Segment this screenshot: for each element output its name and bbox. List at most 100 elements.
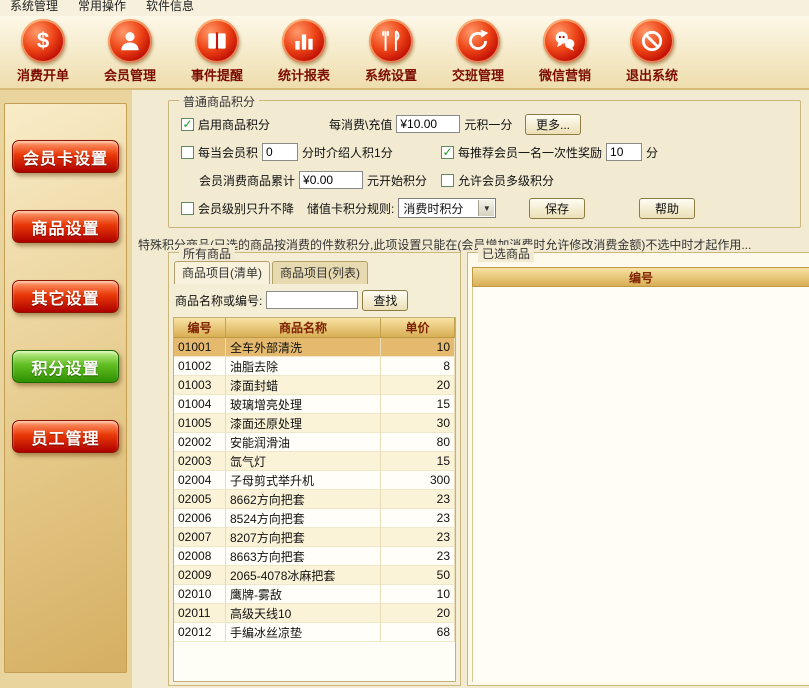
enable-points-label: 启用商品积分	[198, 116, 270, 133]
per-consume-label: 每消费\充值	[329, 116, 392, 133]
toolbar-label: 会员管理	[104, 65, 156, 84]
recommend-reward-checkbox[interactable]	[441, 146, 454, 159]
table-row[interactable]: 02006 8524方向把套 23	[174, 509, 455, 528]
help-button[interactable]: 帮助	[639, 198, 695, 219]
table-row[interactable]: 02002 安能润滑油 80	[174, 433, 455, 452]
table-row[interactable]: 02005 8662方向把套 23	[174, 490, 455, 509]
table-row[interactable]: 02004 子母剪式举升机 300	[174, 471, 455, 490]
selected-products-group: 已选商品 编号	[467, 252, 809, 686]
bar-chart-icon	[282, 19, 326, 63]
table-row[interactable]: 02003 氙气灯 15	[174, 452, 455, 471]
cell-name: 氙气灯	[226, 452, 381, 471]
toolbar-item-reminders[interactable]: 事件提醒	[187, 19, 247, 84]
table-row[interactable]: 02012 手编冰丝凉垫 68	[174, 623, 455, 642]
cell-name: 手编冰丝凉垫	[226, 623, 381, 642]
stored-rule-value: 消费时积分	[403, 200, 463, 217]
table-row[interactable]: 01001 全车外部清洗 10	[174, 338, 455, 357]
per-consume-suffix: 元积一分	[464, 116, 512, 133]
products-table-body: 01001 全车外部清洗 10 01002 油脂去除 8 01003 漆面封蜡 …	[174, 338, 455, 642]
tab-product-list[interactable]: 商品项目(清单)	[174, 261, 270, 284]
cell-code: 02008	[174, 547, 226, 566]
sidebar: 会员卡设置 商品设置 其它设置 积分设置 员工管理	[0, 90, 132, 688]
column-header-code: 编号	[174, 318, 226, 337]
tab-product-table[interactable]: 商品项目(列表)	[272, 261, 368, 284]
cell-code: 02007	[174, 528, 226, 547]
menu-software-info[interactable]: 软件信息	[146, 0, 194, 13]
sidebar-item-staff-management[interactable]: 员工管理	[12, 420, 119, 453]
level-keep-checkbox[interactable]	[181, 202, 194, 215]
products-table: 编号 商品名称 单价 01001 全车外部清洗 10 01002 油脂去除 8	[173, 317, 456, 682]
search-input[interactable]	[266, 291, 358, 309]
toolbar-label: 事件提醒	[191, 65, 243, 84]
accum-suffix: 元开始积分	[367, 172, 427, 189]
accum-input[interactable]	[299, 171, 363, 189]
cell-price: 68	[381, 623, 455, 642]
referrer-points-checkbox[interactable]	[181, 146, 194, 159]
level-keep-label: 会员级别只升不降	[198, 200, 294, 217]
toolbar-label: 退出系统	[626, 65, 678, 84]
menu-system[interactable]: 系统管理	[10, 0, 58, 13]
member-icon	[108, 19, 152, 63]
toolbar-item-settings[interactable]: 系统设置	[361, 19, 421, 84]
enable-points-checkbox[interactable]	[181, 118, 194, 131]
exit-icon	[630, 19, 674, 63]
cell-name: 8524方向把套	[226, 509, 381, 528]
cell-price: 50	[381, 566, 455, 585]
sidebar-item-product-settings[interactable]: 商品设置	[12, 210, 119, 243]
cell-price: 20	[381, 376, 455, 395]
toolbar-item-shift[interactable]: 交班管理	[448, 19, 508, 84]
toolbar-item-wechat[interactable]: 微信营销	[535, 19, 595, 84]
table-row[interactable]: 01003 漆面封蜡 20	[174, 376, 455, 395]
stored-rule-select[interactable]: 消费时积分 ▼	[398, 198, 496, 218]
stored-rule-label: 储值卡积分规则:	[307, 200, 394, 217]
sidebar-item-points-settings[interactable]: 积分设置	[12, 350, 119, 383]
selected-products-header: 编号	[472, 267, 809, 287]
table-row[interactable]: 01004 玻璃增亮处理 15	[174, 395, 455, 414]
cell-code: 02012	[174, 623, 226, 642]
toolbar-item-exit[interactable]: 退出系统	[622, 19, 682, 84]
main-content: 普通商品积分 启用商品积分 每消费\充值 元积一分 更多... 每当会员积 分时…	[132, 90, 809, 688]
recommend-label: 每推荐会员一名一次性奖励	[458, 144, 602, 161]
cell-price: 80	[381, 433, 455, 452]
per-consume-input[interactable]	[396, 115, 460, 133]
shift-arrows-icon	[456, 19, 500, 63]
cell-name: 油脂去除	[226, 357, 381, 376]
table-row[interactable]: 02007 8207方向把套 23	[174, 528, 455, 547]
table-row[interactable]: 02011 高级天线10 20	[174, 604, 455, 623]
cell-price: 15	[381, 452, 455, 471]
cell-price: 20	[381, 604, 455, 623]
cell-code: 02010	[174, 585, 226, 604]
toolbar-label: 统计报表	[278, 65, 330, 84]
toolbar: $ 消费开单 会员管理 事件提醒 统计报表 系统设置 交班管理	[0, 16, 809, 90]
sidebar-item-member-card-settings[interactable]: 会员卡设置	[12, 140, 119, 173]
toolbar-item-billing[interactable]: $ 消费开单	[13, 19, 73, 84]
group-title: 已选商品	[478, 245, 534, 262]
cell-price: 23	[381, 547, 455, 566]
cell-code: 02011	[174, 604, 226, 623]
table-row[interactable]: 02008 8663方向把套 23	[174, 547, 455, 566]
cell-code: 02003	[174, 452, 226, 471]
toolbar-item-reports[interactable]: 统计报表	[274, 19, 334, 84]
table-row[interactable]: 01002 油脂去除 8	[174, 357, 455, 376]
referrer-input[interactable]	[262, 143, 298, 161]
search-button[interactable]: 查找	[362, 290, 408, 311]
group-title: 普通商品积分	[179, 93, 259, 110]
wechat-icon	[543, 19, 587, 63]
cell-code: 02002	[174, 433, 226, 452]
recommend-input[interactable]	[606, 143, 642, 161]
more-button[interactable]: 更多...	[525, 114, 581, 135]
multilevel-points-checkbox[interactable]	[441, 174, 454, 187]
normal-points-group: 普通商品积分 启用商品积分 每消费\充值 元积一分 更多... 每当会员积 分时…	[168, 100, 801, 228]
column-header-name: 商品名称	[226, 318, 381, 337]
table-row[interactable]: 01005 漆面还原处理 30	[174, 414, 455, 433]
selected-products-body[interactable]	[472, 287, 809, 682]
save-button[interactable]: 保存	[529, 198, 585, 219]
menu-common-ops[interactable]: 常用操作	[78, 0, 126, 13]
menubar: 系统管理 常用操作 软件信息	[0, 0, 809, 16]
table-row[interactable]: 02010 鹰牌-雾敌 10	[174, 585, 455, 604]
toolbar-item-members[interactable]: 会员管理	[100, 19, 160, 84]
svg-text:$: $	[37, 28, 50, 53]
table-row[interactable]: 02009 2065-4078冰麻把套 50	[174, 566, 455, 585]
multilevel-label: 允许会员多级积分	[458, 172, 554, 189]
sidebar-item-other-settings[interactable]: 其它设置	[12, 280, 119, 313]
